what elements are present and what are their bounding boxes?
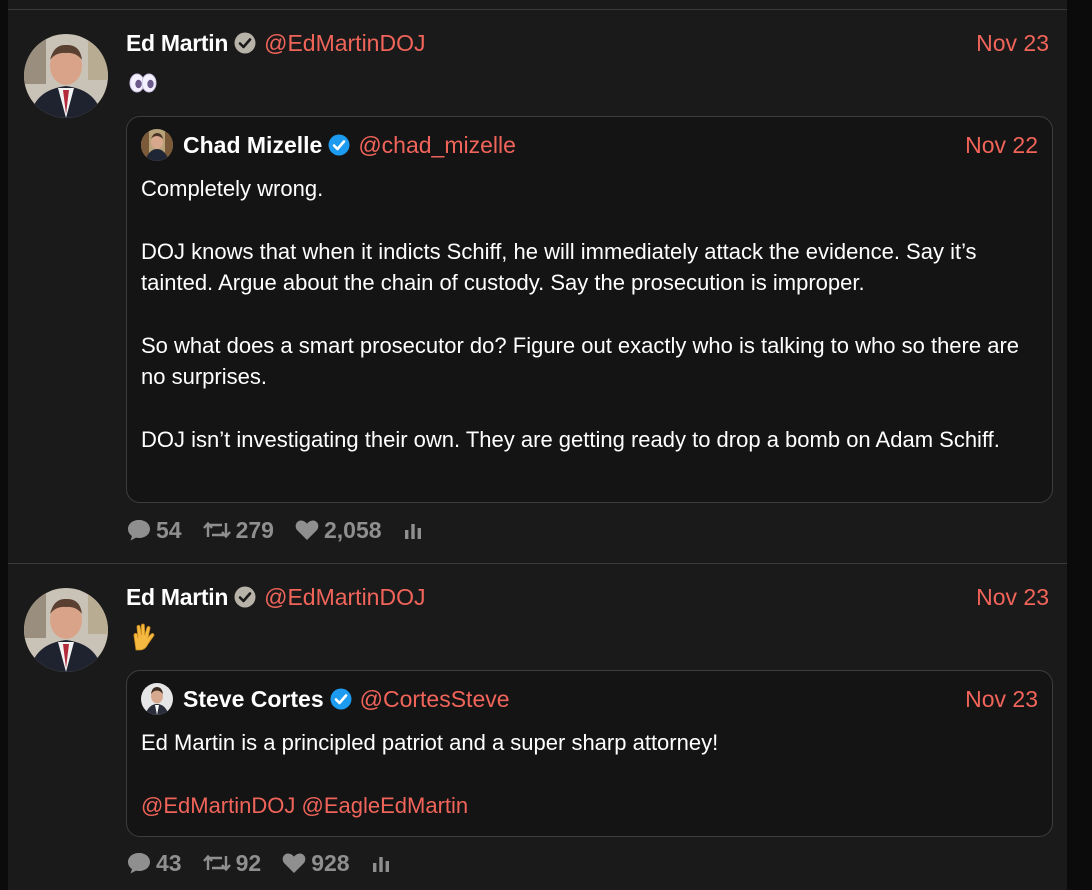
- quoted-avatar[interactable]: [141, 683, 173, 715]
- mention-link[interactable]: @EagleEdMartin: [302, 793, 469, 818]
- government-badge-icon: [234, 32, 256, 54]
- reply-button[interactable]: 43: [126, 850, 182, 877]
- paragraph: Ed Martin is a principled patriot and a …: [141, 730, 719, 755]
- reply-count: 43: [156, 849, 182, 876]
- retweet-button[interactable]: 279: [202, 517, 274, 544]
- retweet-count: 279: [235, 516, 274, 543]
- quoted-tweet-header: Chad Mizelle @chad_mizelle Nov 22: [141, 129, 1038, 161]
- author-handle[interactable]: @EdMartinDOJ: [264, 30, 425, 57]
- eyes-emoji-icon: [128, 68, 158, 98]
- tweet[interactable]: Ed Martin @EdMartinDOJ Nov 23: [8, 10, 1067, 563]
- quoted-tweet-date[interactable]: Nov 22: [965, 132, 1038, 159]
- quoted-tweet-date[interactable]: Nov 23: [965, 686, 1038, 713]
- vulcan-salute-emoji-icon: [128, 622, 158, 652]
- heart-icon: [282, 853, 306, 873]
- analytics-button[interactable]: [402, 519, 428, 541]
- quoted-author-name[interactable]: Steve Cortes: [183, 686, 324, 713]
- retweet-icon: [202, 521, 231, 539]
- tweet-actions: 43 92 928: [126, 848, 416, 878]
- quoted-tweet[interactable]: Chad Mizelle @chad_mizelle Nov 22 Comple…: [126, 116, 1053, 503]
- author-name[interactable]: Ed Martin: [126, 584, 228, 611]
- avatar[interactable]: [24, 588, 108, 672]
- avatar[interactable]: [24, 34, 108, 118]
- quoted-author-name[interactable]: Chad Mizelle: [183, 132, 322, 159]
- quoted-tweet-header: Steve Cortes @CortesSteve Nov 23: [141, 683, 1038, 715]
- like-button[interactable]: 2,058: [294, 517, 382, 544]
- like-count: 2,058: [323, 516, 382, 543]
- tweet-header: Ed Martin @EdMartinDOJ Nov 23: [126, 28, 1049, 58]
- quoted-tweet-text: Ed Martin is a principled patriot and a …: [141, 727, 1028, 821]
- quoted-author-handle[interactable]: @chad_mizelle: [358, 132, 516, 159]
- reply-button[interactable]: 54: [126, 517, 182, 544]
- paragraph: So what does a smart prosecutor do? Figu…: [141, 333, 1020, 389]
- tweet-header: Ed Martin @EdMartinDOJ Nov 23: [126, 582, 1049, 612]
- quoted-author-handle[interactable]: @CortesSteve: [360, 686, 510, 713]
- tweet-actions: 54 279 2,058: [126, 515, 448, 545]
- retweet-icon: [202, 854, 231, 872]
- like-button[interactable]: 928: [281, 849, 350, 877]
- analytics-button[interactable]: [370, 852, 396, 874]
- retweet-button[interactable]: 92: [202, 849, 262, 877]
- tweet[interactable]: Ed Martin @EdMartinDOJ Nov 23: [8, 564, 1067, 890]
- tweet-date[interactable]: Nov 23: [976, 30, 1049, 57]
- verified-badge-icon: [328, 134, 350, 156]
- author-handle[interactable]: @EdMartinDOJ: [264, 584, 425, 611]
- reply-icon: [128, 853, 150, 874]
- analytics-icon: [404, 524, 421, 539]
- tweet-date[interactable]: Nov 23: [976, 584, 1049, 611]
- reply-count: 54: [156, 516, 182, 543]
- government-badge-icon: [234, 586, 256, 608]
- verified-badge-icon: [330, 688, 352, 710]
- heart-icon: [295, 520, 319, 540]
- mention-link[interactable]: @EdMartinDOJ: [141, 793, 295, 818]
- paragraph: Completely wrong.: [141, 176, 324, 201]
- reply-icon: [128, 520, 150, 541]
- paragraph: DOJ knows that when it indicts Schiff, h…: [141, 239, 977, 295]
- quoted-tweet[interactable]: Steve Cortes @CortesSteve Nov 23 Ed Mart…: [126, 670, 1053, 837]
- quoted-avatar[interactable]: [141, 129, 173, 161]
- paragraph: DOJ isn’t investigating their own. They …: [141, 427, 1000, 452]
- author-name[interactable]: Ed Martin: [126, 30, 228, 57]
- quoted-tweet-text: Completely wrong. DOJ knows that when it…: [141, 173, 1028, 455]
- like-count: 928: [311, 849, 350, 876]
- retweet-count: 92: [235, 849, 262, 876]
- analytics-icon: [372, 857, 389, 872]
- mentions-line: @EdMartinDOJ @EagleEdMartin: [141, 790, 1028, 821]
